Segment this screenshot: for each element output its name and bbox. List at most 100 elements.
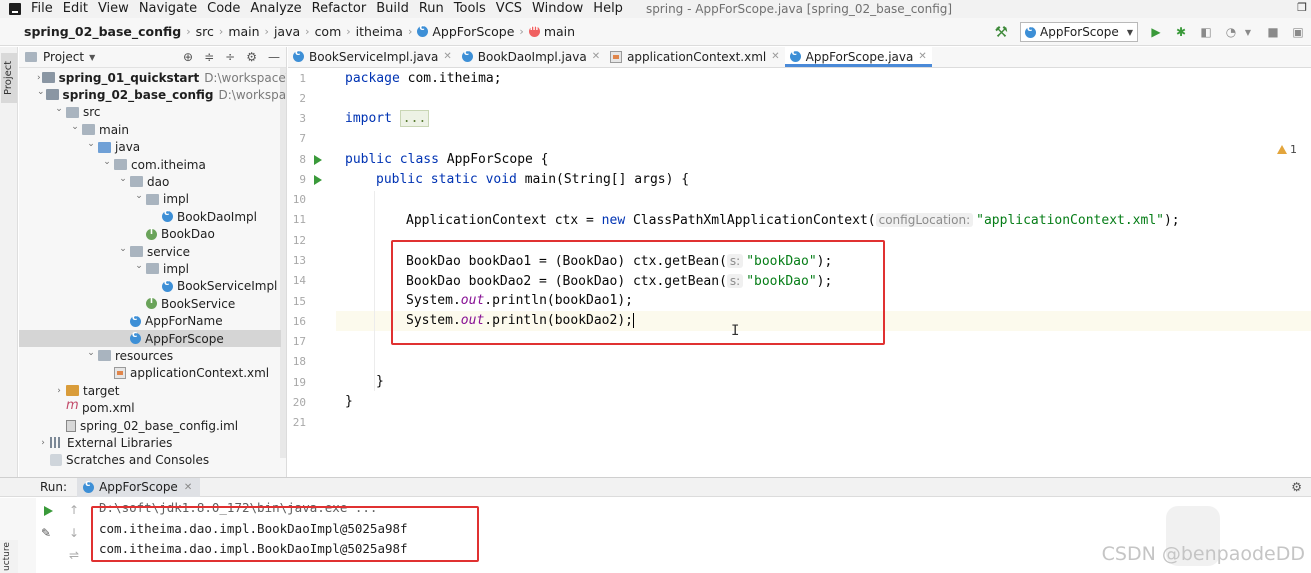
tree-item[interactable]: ⌄ com.itheima: [19, 156, 281, 173]
rerun-icon[interactable]: [44, 506, 53, 516]
build-hammer-icon[interactable]: ⚒: [995, 23, 1008, 41]
menu-file[interactable]: File: [27, 0, 58, 18]
tree-item[interactable]: ⌄ main: [19, 121, 281, 138]
gear-icon[interactable]: ⚙: [246, 50, 257, 64]
tree-item[interactable]: ⌄ service: [19, 243, 281, 260]
code-line-8: public class AppForScope {: [345, 150, 549, 170]
project-tool-button[interactable]: Project: [1, 53, 17, 103]
tree-item[interactable]: applicationContext.xml: [19, 365, 281, 382]
menu-vcs[interactable]: VCS: [491, 0, 527, 18]
down-arrow-icon[interactable]: ↓: [69, 526, 79, 540]
close-icon[interactable]: ✕: [771, 51, 779, 62]
project-structure-icon[interactable]: ▣: [1291, 25, 1305, 39]
debug-icon[interactable]: ✱: [1174, 25, 1188, 39]
tab-appforscope[interactable]: AppForScope.java ✕: [784, 46, 932, 67]
folder-icon: [130, 246, 143, 257]
expand-all-icon[interactable]: ≑: [204, 50, 214, 64]
menu-view[interactable]: View: [93, 0, 134, 18]
chevron-down-icon[interactable]: ⌄: [37, 87, 45, 97]
breadcrumb-itheima[interactable]: itheima: [356, 24, 403, 39]
stop-icon[interactable]: ■: [1266, 25, 1280, 39]
menu-refactor[interactable]: Refactor: [307, 0, 372, 18]
menu-run[interactable]: Run: [414, 0, 449, 18]
tree-item[interactable]: AppForScope: [19, 330, 281, 347]
folded-imports[interactable]: ...: [399, 110, 430, 127]
chevron-right-icon[interactable]: ›: [37, 438, 49, 448]
chevron-down-icon[interactable]: ⌄: [69, 122, 81, 132]
run-gutter-icon[interactable]: [314, 175, 322, 185]
chevron-down-icon[interactable]: ⌄: [85, 348, 97, 358]
close-icon[interactable]: ✕: [918, 51, 926, 62]
up-arrow-icon[interactable]: ↑: [69, 503, 79, 517]
close-icon[interactable]: ✕: [443, 51, 451, 62]
soft-wrap-icon[interactable]: ⇌: [69, 548, 79, 562]
locate-icon[interactable]: ⊕: [183, 50, 193, 64]
chevron-down-icon[interactable]: ⌄: [85, 139, 97, 149]
chevron-down-icon[interactable]: ⌄: [133, 261, 145, 271]
breadcrumb-method[interactable]: main: [528, 23, 575, 39]
tree-item[interactable]: BookService: [19, 295, 281, 312]
run-icon[interactable]: ▶: [1149, 25, 1163, 39]
run-configuration-select[interactable]: AppForScope ▼: [1020, 22, 1138, 42]
coverage-icon[interactable]: ◧: [1199, 25, 1213, 39]
chevron-down-icon[interactable]: ⌄: [133, 191, 145, 201]
tab-applicationcontext[interactable]: applicationContext.xml ✕: [605, 46, 785, 67]
breadcrumb-java[interactable]: java: [274, 24, 300, 39]
tree-item-path: D:\workspace\s: [218, 87, 287, 102]
menu-analyze[interactable]: Analyze: [245, 0, 306, 18]
tree-item[interactable]: › target: [19, 382, 281, 399]
tree-item[interactable]: BookDaoImpl: [19, 208, 281, 225]
breadcrumb-com[interactable]: com: [315, 24, 342, 39]
menu-tools[interactable]: Tools: [449, 0, 491, 18]
tree-item[interactable]: pom.xml: [19, 398, 281, 417]
menu-window[interactable]: Window: [527, 0, 588, 18]
hide-icon[interactable]: —: [268, 50, 280, 64]
breadcrumb-class[interactable]: AppForScope: [417, 23, 514, 39]
close-icon[interactable]: ✕: [184, 482, 192, 493]
inspection-widget[interactable]: 1: [1277, 143, 1297, 156]
tree-item[interactable]: ⌄ resources: [19, 347, 281, 364]
chevron-down-icon[interactable]: ⌄: [101, 157, 113, 167]
tree-item[interactable]: AppForName: [19, 313, 281, 330]
tree-item[interactable]: Scratches and Consoles: [19, 452, 281, 469]
menu-code[interactable]: Code: [202, 0, 245, 18]
menu-build[interactable]: Build: [371, 0, 414, 18]
chevron-right-icon[interactable]: ›: [37, 73, 41, 83]
run-gutter-icon[interactable]: [314, 155, 322, 165]
editor-gutter[interactable]: 1 2 3 7 8 9 10 11 12 13 14 15 16 17 18 1…: [288, 69, 345, 477]
chevron-right-icon[interactable]: ›: [53, 386, 65, 396]
chevron-down-icon[interactable]: ▼: [89, 53, 95, 62]
tree-item[interactable]: › spring_01_quickstart D:\workspace\sp: [19, 69, 286, 86]
breadcrumb-src[interactable]: src: [196, 24, 214, 39]
tree-item[interactable]: › External Libraries: [19, 434, 281, 451]
restore-window-icon[interactable]: ❐: [1297, 1, 1307, 14]
tree-item[interactable]: ⌄ impl: [19, 191, 281, 208]
profile-icon[interactable]: ◔: [1224, 25, 1238, 39]
close-icon[interactable]: ✕: [592, 51, 600, 62]
tree-item[interactable]: ⌄ spring_02_base_config D:\workspace\s: [19, 86, 286, 103]
chevron-down-icon[interactable]: ⌄: [117, 244, 129, 254]
collapse-all-icon[interactable]: ÷: [225, 50, 235, 64]
tree-item[interactable]: ⌄ dao: [19, 173, 281, 190]
tab-bookdaoimpl[interactable]: BookDaoImpl.java ✕: [457, 46, 605, 67]
tree-item[interactable]: BookServiceImpl: [19, 278, 281, 295]
breadcrumb-main[interactable]: main: [228, 24, 259, 39]
run-tab-appforscope[interactable]: AppForScope ✕: [77, 477, 201, 497]
gear-icon[interactable]: ⚙: [1291, 480, 1302, 494]
chevron-down-icon[interactable]: ▼: [1241, 25, 1255, 39]
menu-edit[interactable]: Edit: [58, 0, 93, 18]
tree-item[interactable]: ⌄ src: [19, 104, 281, 121]
breadcrumb-module[interactable]: spring_02_base_config: [24, 24, 181, 39]
project-panel-title[interactable]: Project: [43, 50, 84, 64]
tree-item[interactable]: ⌄ java: [19, 139, 281, 156]
menu-navigate[interactable]: Navigate: [134, 0, 202, 18]
tree-item[interactable]: BookDao: [19, 226, 281, 243]
wrench-icon[interactable]: ✎: [41, 526, 51, 540]
tree-item[interactable]: spring_02_base_config.iml: [19, 417, 281, 434]
structure-tool-button[interactable]: ucture: [0, 540, 18, 573]
tree-item[interactable]: ⌄ impl: [19, 260, 281, 277]
tab-bookserviceimpl[interactable]: BookServiceImpl.java ✕: [288, 46, 457, 67]
menu-help[interactable]: Help: [588, 0, 628, 18]
chevron-down-icon[interactable]: ⌄: [53, 104, 65, 114]
chevron-down-icon[interactable]: ⌄: [117, 174, 129, 184]
